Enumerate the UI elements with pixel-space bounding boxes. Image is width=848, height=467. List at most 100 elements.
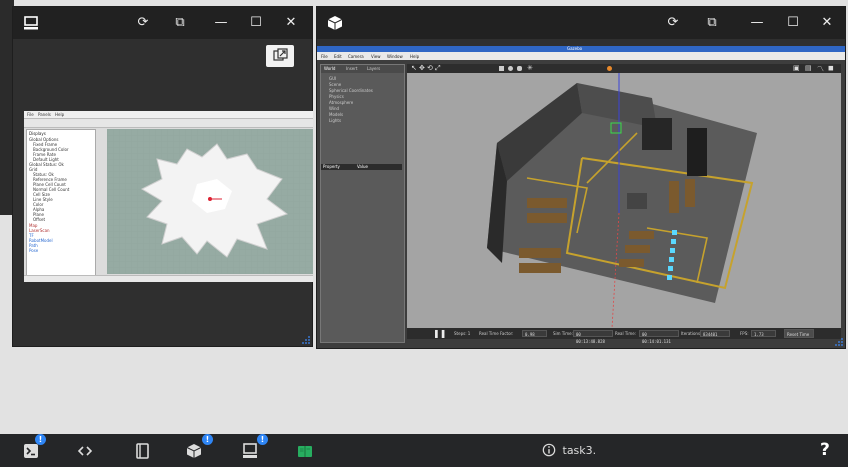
- left-window-titlebar[interactable]: ⟳ ⧉ — ☐ ✕: [13, 7, 312, 39]
- computer-icon: [24, 16, 38, 30]
- gazebo-tree-item[interactable]: Lights: [329, 118, 341, 123]
- rviz-tree-row[interactable]: Offset: [33, 217, 45, 222]
- gazebo-menu-file[interactable]: File: [321, 54, 328, 59]
- code-editor-button[interactable]: [76, 442, 94, 460]
- gazebo-tree-item[interactable]: Models: [329, 112, 343, 117]
- select-tool-icon[interactable]: ↖: [411, 64, 417, 72]
- rviz-statusbar: [24, 275, 313, 282]
- video-icon[interactable]: ◼: [828, 64, 834, 72]
- gazebo-menu-edit[interactable]: Edit: [334, 54, 342, 59]
- close-icon[interactable]: ✕: [281, 13, 301, 33]
- reset-time-button[interactable]: Reset Time: [784, 329, 814, 338]
- gazebo-view[interactable]: Gazebo File Edit Camera View Window Help…: [317, 46, 845, 348]
- pause-icon[interactable]: ❚❚: [433, 328, 446, 339]
- steps-label: Steps: 1: [454, 331, 471, 336]
- taskbar: ! ! ! task3. ?: [0, 434, 848, 467]
- rviz-menu-panels[interactable]: Panels: [38, 112, 51, 117]
- gazebo-property-header: Property Value: [321, 164, 402, 170]
- reload-icon[interactable]: ⟳: [133, 13, 153, 33]
- rtf-value: 0.98: [522, 330, 547, 337]
- gazebo-menubar: File Edit Camera View Window Help: [317, 52, 845, 60]
- rviz-menubar: File Panels Help: [24, 111, 313, 119]
- gazebo-tab-layers[interactable]: Layers: [367, 66, 380, 71]
- left-window[interactable]: ⟳ ⧉ — ☐ ✕ File Panels Help Displays Glob…: [12, 6, 313, 347]
- gazebo-tab-world[interactable]: World: [324, 66, 335, 71]
- iterations-value: 834401: [700, 330, 730, 337]
- rviz-toolbar: [24, 119, 313, 128]
- close-icon[interactable]: ✕: [817, 13, 837, 33]
- cube-icon: [327, 16, 343, 30]
- gazebo-menu-window[interactable]: Window: [387, 54, 403, 59]
- rviz-displays-panel: Displays Global Options Fixed Frame Back…: [26, 129, 96, 276]
- info-icon: [542, 443, 556, 457]
- float-window-button[interactable]: [266, 45, 294, 67]
- minimize-icon[interactable]: —: [211, 13, 231, 33]
- fps-value: 1.73: [751, 330, 776, 337]
- gazebo-tree-item[interactable]: Spherical Coordinates: [329, 88, 373, 93]
- right-window[interactable]: ⟳ ⧉ — ☐ ✕ Gazebo File Edit Camera View W…: [316, 6, 846, 349]
- resize-grip-icon[interactable]: [833, 336, 843, 346]
- real-time-label: Real Time:: [615, 331, 637, 336]
- notification-badge: !: [202, 434, 213, 445]
- graphical-tools-button[interactable]: [241, 442, 259, 460]
- occupancy-map: [107, 129, 313, 274]
- rviz-tree-row[interactable]: Pose: [29, 248, 38, 253]
- notification-badge: !: [35, 434, 46, 445]
- right-window-titlebar[interactable]: ⟳ ⧉ — ☐ ✕: [317, 7, 845, 39]
- gazebo-world-tree: GUI Scene Spherical Coordinates Physics …: [325, 76, 403, 146]
- rviz-displays-title: Displays: [29, 131, 46, 136]
- rviz-menu-help[interactable]: Help: [55, 112, 64, 117]
- rtf-label: Real Time Factor:: [479, 331, 514, 336]
- cylinder-shape-icon[interactable]: [517, 66, 522, 71]
- cube-icon: [186, 444, 202, 458]
- gazebo-toolbar: ↖ ✥ ⟲ ⤢ ✳ ▣ ▤ 〽 ◼: [407, 64, 841, 73]
- terminal-icon: [24, 444, 38, 458]
- sphere-shape-icon[interactable]: [508, 66, 513, 71]
- gazebo-button[interactable]: [185, 442, 203, 460]
- terminal-button[interactable]: [22, 442, 40, 460]
- rviz-menu-file[interactable]: File: [27, 112, 34, 117]
- maximize-icon[interactable]: ☐: [783, 13, 803, 33]
- value-header: Value: [357, 164, 368, 169]
- maximize-icon[interactable]: ☐: [246, 13, 266, 33]
- gazebo-tree-item[interactable]: Wind: [329, 106, 339, 111]
- gazebo-menu-help[interactable]: Help: [410, 54, 419, 59]
- rotate-tool-icon[interactable]: ⟲: [427, 64, 433, 72]
- notebook-icon: [136, 443, 149, 459]
- rviz-3d-view[interactable]: [107, 129, 313, 274]
- gazebo-left-panel: World Insert Layers GUI Scene Spherical …: [320, 64, 405, 343]
- gazebo-menu-view[interactable]: View: [371, 54, 381, 59]
- task-label: task3.: [562, 444, 597, 457]
- iterations-label: Iterations:: [681, 331, 702, 336]
- minimize-icon[interactable]: —: [747, 13, 767, 33]
- property-header: Property: [323, 164, 340, 169]
- gazebo-tab-insert[interactable]: Insert: [346, 66, 357, 71]
- record-icon[interactable]: [607, 66, 612, 71]
- gazebo-tree-item[interactable]: GUI: [329, 76, 336, 81]
- box-shape-icon[interactable]: [499, 66, 504, 71]
- rviz-view[interactable]: File Panels Help Displays Global Options…: [24, 111, 313, 282]
- gazebo-tree-item[interactable]: Atmosphere: [329, 100, 353, 105]
- help-button[interactable]: ?: [820, 440, 830, 460]
- code-icon: [77, 446, 93, 456]
- gazebo-menu-camera[interactable]: Camera: [348, 54, 364, 59]
- computer-icon: [243, 443, 257, 458]
- real-time-value: 00 00:14:01.131: [639, 330, 679, 344]
- gazebo-3d-scene[interactable]: [407, 73, 841, 328]
- notification-badge: !: [257, 434, 268, 445]
- translate-tool-icon[interactable]: ✥: [419, 64, 425, 72]
- course-notes-button[interactable]: [296, 442, 314, 460]
- restore-icon[interactable]: ⧉: [702, 13, 722, 33]
- scale-tool-icon[interactable]: ⤢: [435, 64, 441, 73]
- fps-label: FPS:: [740, 331, 749, 336]
- light-icon[interactable]: ✳: [527, 64, 533, 72]
- gazebo-tree-item[interactable]: Physics: [329, 94, 344, 99]
- notebook-button[interactable]: [133, 442, 151, 460]
- log-icon[interactable]: ▤: [805, 64, 812, 72]
- resize-grip-icon[interactable]: [300, 334, 310, 344]
- restore-icon[interactable]: ⧉: [170, 13, 190, 33]
- reload-icon[interactable]: ⟳: [663, 13, 683, 33]
- screenshot-icon[interactable]: ▣: [793, 64, 800, 72]
- task-info[interactable]: task3.: [542, 443, 596, 459]
- gazebo-tree-item[interactable]: Scene: [329, 82, 341, 87]
